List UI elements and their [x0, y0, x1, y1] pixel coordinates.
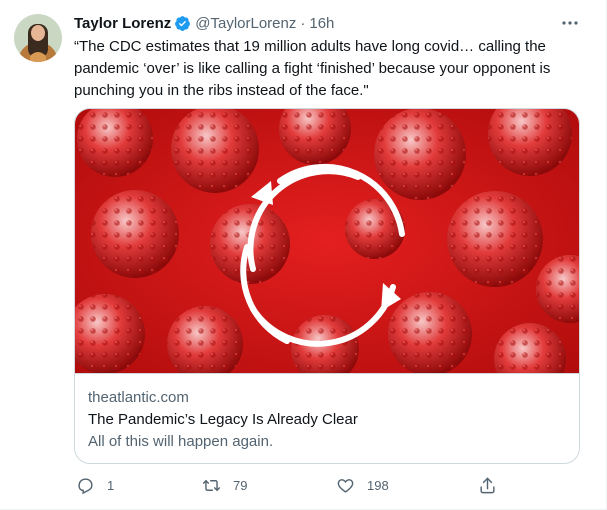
card-image[interactable] — [75, 109, 579, 395]
link-card[interactable]: theatlantic.com The Pandemic’s Legacy Is… — [74, 108, 580, 464]
retweet-icon — [202, 479, 221, 491]
separator-dot: · — [300, 14, 306, 32]
reply-icon — [78, 477, 93, 494]
like-button[interactable]: 198 — [336, 472, 389, 498]
card-meta: theatlantic.com The Pandemic’s Legacy Is… — [75, 373, 579, 463]
more-options-icon[interactable] — [559, 14, 581, 32]
verified-badge-icon — [174, 15, 191, 32]
reply-button[interactable]: 1 — [76, 472, 114, 498]
tweet-timestamp[interactable]: 16h — [309, 15, 334, 32]
reply-count: 1 — [107, 477, 115, 493]
tweet-header: Taylor Lorenz @TaylorLorenz · 16h — [74, 12, 334, 34]
author-name[interactable]: Taylor Lorenz — [74, 15, 171, 32]
card-description: All of this will happen again. — [88, 433, 274, 450]
heart-icon — [337, 478, 354, 493]
action-bar: 1 79 198 — [74, 472, 504, 498]
share-icon — [480, 477, 495, 493]
card-title: The Pandemic’s Legacy Is Already Clear — [88, 411, 358, 428]
like-count: 198 — [367, 477, 389, 493]
author-handle[interactable]: @TaylorLorenz — [195, 15, 296, 32]
retweet-button[interactable]: 79 — [202, 472, 247, 498]
card-domain: theatlantic.com — [88, 389, 189, 406]
tweet-text: “The CDC estimates that 19 million adult… — [74, 38, 551, 99]
share-button[interactable] — [478, 472, 497, 498]
tweet[interactable]: Taylor Lorenz @TaylorLorenz · 16h “The C… — [0, 0, 607, 510]
avatar[interactable] — [14, 14, 62, 62]
retweet-count: 79 — [233, 477, 248, 493]
